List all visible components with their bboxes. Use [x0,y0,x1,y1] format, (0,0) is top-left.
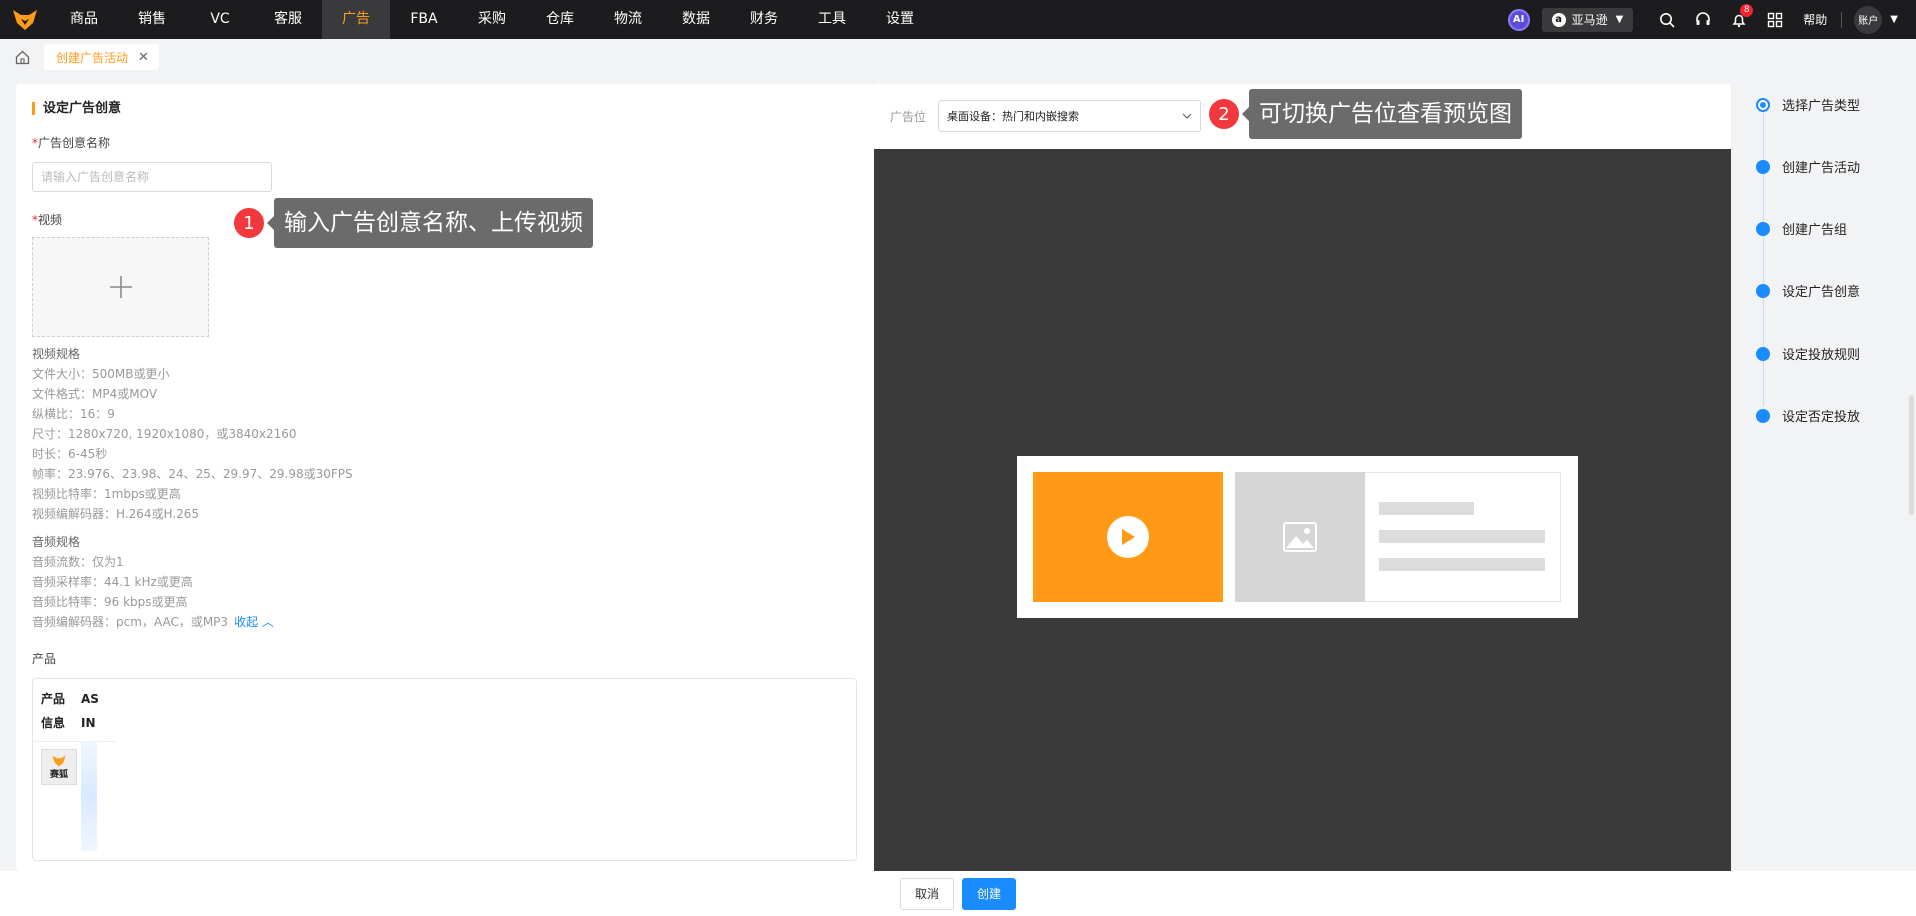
store-name: 亚马逊 [1571,13,1608,27]
step-create-campaign[interactable]: 创建广告活动 [1756,157,1860,176]
video-thumbnail[interactable] [1033,472,1223,602]
nav-item-warehouse[interactable]: 仓库 [526,0,594,39]
text-bar [1379,558,1545,571]
tab-label: 创建广告活动 [56,50,129,65]
store-selector[interactable]: a 亚马逊 ▼ [1541,7,1634,32]
annotation-1: 1 输入广告创意名称、上传视频 [234,198,593,248]
step-set-creative[interactable]: 设定广告创意 [1756,281,1860,300]
nav-right: AI a 亚马逊 ▼ 8 帮助 账户 ▼ [1507,0,1916,39]
section-title: 设定广告创意 [32,102,121,115]
scrollbar[interactable] [1909,395,1914,515]
apps-grid-icon[interactable] [1757,0,1793,39]
chevron-down-icon [1182,113,1192,119]
close-icon[interactable]: ✕ [138,50,149,65]
text-placeholder [1365,472,1561,602]
footer-actions: 取消 创建 [0,871,1916,916]
blurred-asin [81,741,97,851]
preview-stage [874,149,1731,871]
headset-icon[interactable] [1685,0,1721,39]
ad-preview-panel: 广告位 桌面设备：热门和内嵌搜索 [874,84,1731,871]
nav-item-tools[interactable]: 工具 [798,0,866,39]
ad-preview-card [1017,456,1578,618]
text-bar [1379,530,1545,543]
nav-item-fba[interactable]: FBA [390,0,458,39]
nav-item-purchase[interactable]: 采购 [458,0,526,39]
main-menu: 商品 销售 VC 客服 广告 FBA 采购 仓库 物流 数据 财务 工具 设置 [50,0,934,39]
tabs-bar: 创建广告活动 ✕ [0,39,1916,75]
product-table-header: 产品 AS 信息 IN [41,692,99,730]
caret-down-icon: ▼ [1615,14,1624,25]
video-specs: 视频规格 文件大小：500MB或更小 文件格式：MP4或MOV 纵横比：16：9… [32,347,353,521]
video-upload[interactable] [32,237,209,337]
nav-item-sales[interactable]: 销售 [118,0,186,39]
audio-specs: 音频规格 音频流数：仅为1 音频采样率：44.1 kHz或更高 音频比特率：96… [32,535,274,629]
top-nav: 商品 销售 VC 客服 广告 FBA 采购 仓库 物流 数据 财务 工具 设置 … [0,0,1916,39]
collapse-link[interactable]: 收起 ︿ [234,615,274,629]
plus-icon [109,276,132,298]
play-icon [1107,516,1149,558]
search-icon[interactable] [1649,0,1685,39]
nav-item-data[interactable]: 数据 [662,0,730,39]
nav-item-products[interactable]: 商品 [50,0,118,39]
step-create-ad-group[interactable]: 创建广告组 [1756,219,1847,238]
title-bar [1379,502,1474,515]
create-button[interactable]: 创建 [962,877,1017,910]
step-set-targeting[interactable]: 设定投放规则 [1756,344,1860,363]
step-select-ad-type[interactable]: 选择广告类型 [1756,95,1860,114]
nav-item-ads[interactable]: 广告 [322,0,390,39]
video-label: *视频 [32,213,63,227]
amazon-icon: a [1551,12,1566,27]
ai-assistant-icon[interactable]: AI [1507,8,1530,31]
ad-position-label: 广告位 [890,110,927,124]
nav-item-logistics[interactable]: 物流 [594,0,662,39]
annotation-2: 2 可切换广告位查看预览图 [1209,89,1522,139]
step-set-negative-targeting[interactable]: 设定否定投放 [1756,406,1860,425]
chevron-up-icon: ︿ [261,615,274,629]
nav-item-vc[interactable]: VC [186,0,254,39]
creative-name-input[interactable] [32,162,272,192]
tab-create-campaign[interactable]: 创建广告活动 ✕ [44,44,159,70]
divider [1841,11,1843,28]
fox-logo-icon[interactable] [0,0,50,39]
divider [33,741,117,742]
account-menu[interactable]: 账户 ▼ [1854,5,1898,34]
nav-item-service[interactable]: 客服 [254,0,322,39]
avatar: 账户 [1854,5,1883,34]
nav-item-settings[interactable]: 设置 [866,0,934,39]
nav-item-finance[interactable]: 财务 [730,0,798,39]
name-label: *广告创意名称 [32,136,111,150]
product-table: 产品 AS 信息 IN 赛狐 [32,678,857,861]
product-label: 产品 [32,652,57,666]
caret-down-icon: ▼ [1890,14,1898,25]
cancel-button[interactable]: 取消 [899,877,954,910]
image-placeholder-icon [1235,472,1365,602]
ad-position-select[interactable]: 桌面设备：热门和内嵌搜索 [938,100,1201,132]
home-icon[interactable] [0,39,44,75]
bell-icon[interactable]: 8 [1721,0,1757,39]
notification-count: 8 [1740,4,1754,17]
help-link[interactable]: 帮助 [1803,11,1827,28]
product-thumbnail[interactable]: 赛狐 [41,749,77,785]
